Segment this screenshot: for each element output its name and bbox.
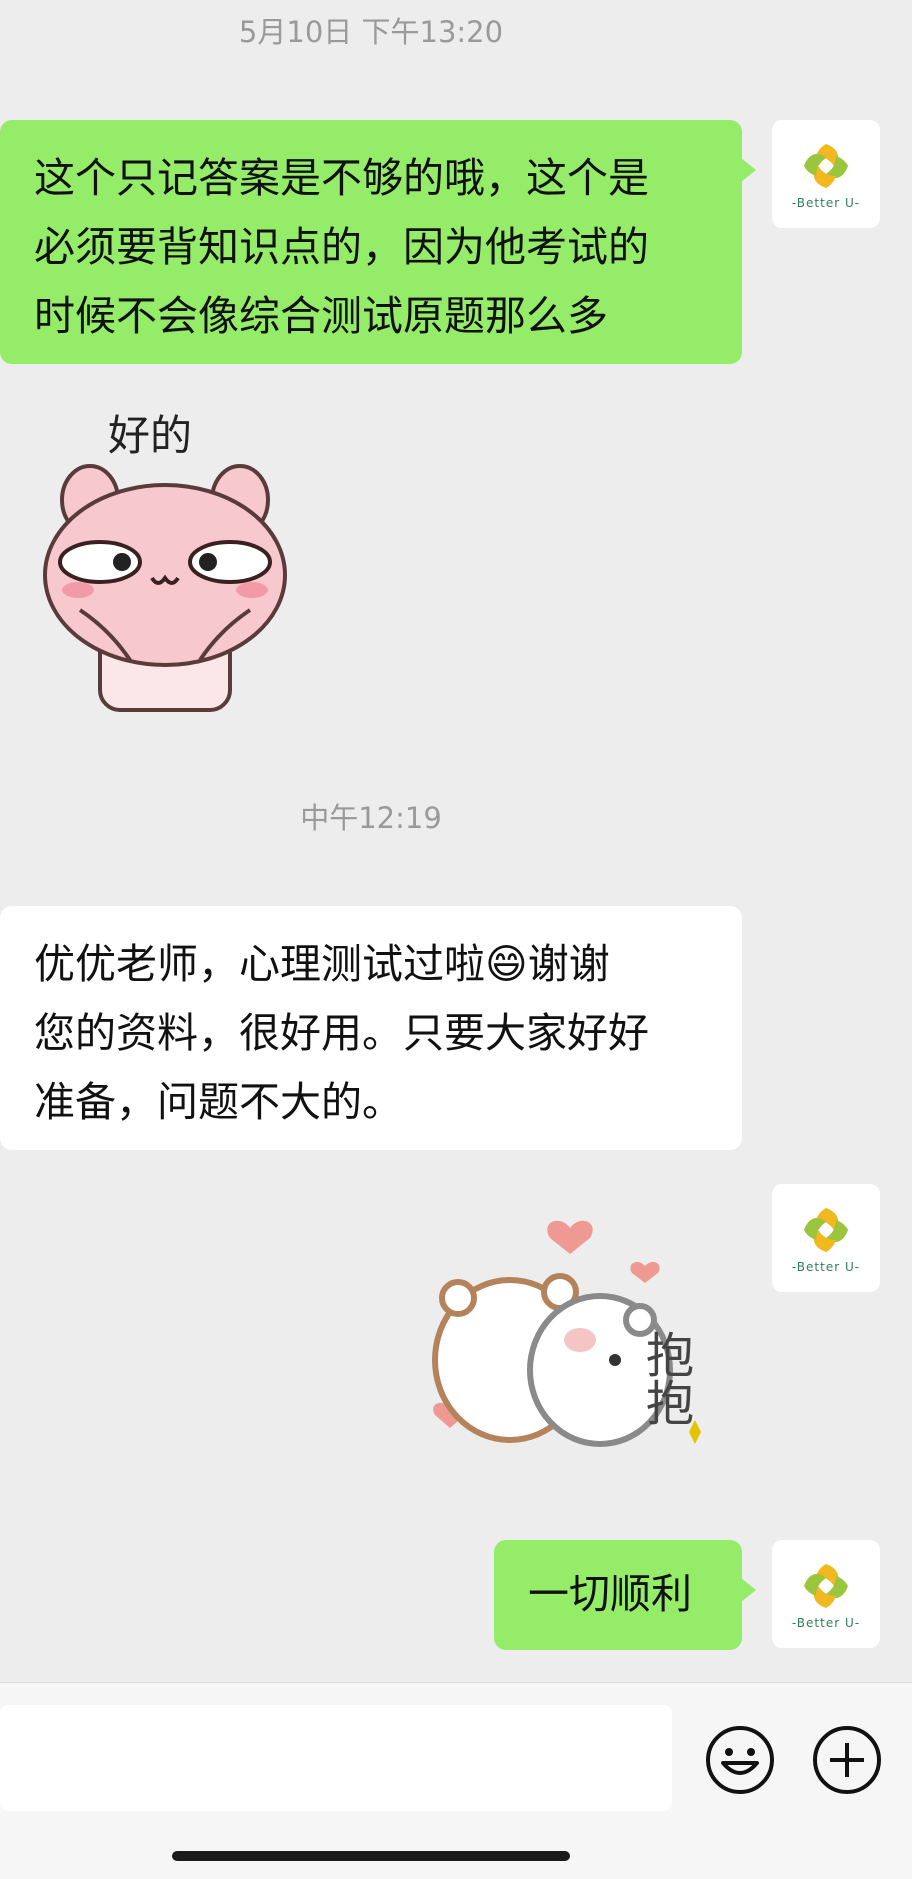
message-bubble-sent[interactable]: 一切顺利 [494, 1540, 756, 1650]
grinning-emoji-icon: 😄 [485, 940, 528, 988]
sticker-text: 抱抱 [637, 1330, 693, 1426]
emoji-button[interactable] [705, 1725, 775, 1795]
timestamp: 中午12:19 [300, 801, 442, 835]
message-bubble-sent[interactable]: 这个只记答案是不够的哦，这个是 必须要背知识点的，因为他考试的 时候不会像综合测… [0, 120, 756, 364]
sticker-hug[interactable]: 抱抱 [410, 1200, 750, 1470]
plus-icon [813, 1726, 881, 1794]
better-u-logo-icon [804, 144, 848, 188]
timestamp: 5月10日 下午13:20 [238, 15, 504, 49]
message-text: 优优老师，心理测试过啦 [34, 940, 485, 988]
avatar-caption: -Better U- [791, 1260, 861, 1274]
input-bar [0, 1682, 912, 1879]
home-indicator[interactable] [172, 1851, 570, 1861]
better-u-logo-icon [804, 1564, 848, 1608]
better-u-logo-icon [804, 1208, 848, 1252]
plus-button[interactable] [812, 1725, 882, 1795]
sticker-text: 好的 [108, 411, 192, 460]
avatar-caption: -Better U- [791, 1616, 861, 1630]
avatar[interactable]: -Better U- [772, 1184, 880, 1292]
sticker-bunny-ok[interactable]: 好的 [30, 400, 300, 720]
message-input[interactable] [0, 1705, 672, 1811]
avatar-caption: -Better U- [791, 196, 861, 210]
smiley-face-icon [706, 1726, 774, 1794]
message-bubble-received[interactable]: 优优老师，心理测试过啦😄谢谢 您的资料，很好用。只要大家好好 准备，问题不大的。 [0, 906, 742, 1150]
avatar[interactable]: -Better U- [772, 120, 880, 228]
avatar[interactable]: -Better U- [772, 1540, 880, 1648]
